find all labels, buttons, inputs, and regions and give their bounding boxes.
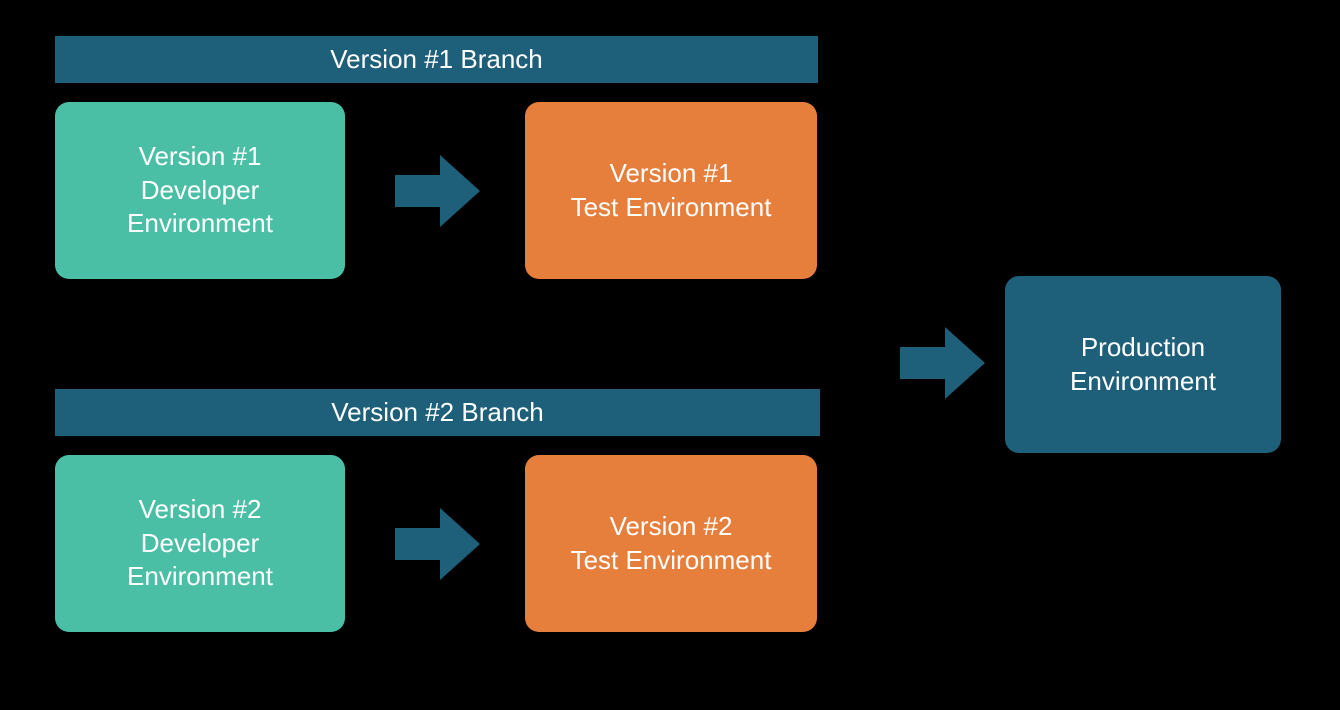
branch2-header: Version #2 Branch [55, 389, 820, 436]
branch2-test-box: Version #2Test Environment [525, 455, 817, 632]
branch1-test-box: Version #1Test Environment [525, 102, 817, 279]
branch2-dev-box: Version #2DeveloperEnvironment [55, 455, 345, 632]
arrow-icon [900, 327, 985, 399]
branch1-test-label: Version #1Test Environment [571, 157, 772, 225]
branch1-dev-label: Version #1DeveloperEnvironment [127, 140, 273, 241]
arrow-icon [395, 155, 480, 227]
branch1-header: Version #1 Branch [55, 36, 818, 83]
branch1-dev-box: Version #1DeveloperEnvironment [55, 102, 345, 279]
branch2-dev-label: Version #2DeveloperEnvironment [127, 493, 273, 594]
production-label: ProductionEnvironment [1070, 331, 1216, 399]
branch2-test-label: Version #2Test Environment [571, 510, 772, 578]
arrow-icon [395, 508, 480, 580]
production-box: ProductionEnvironment [1005, 276, 1281, 453]
